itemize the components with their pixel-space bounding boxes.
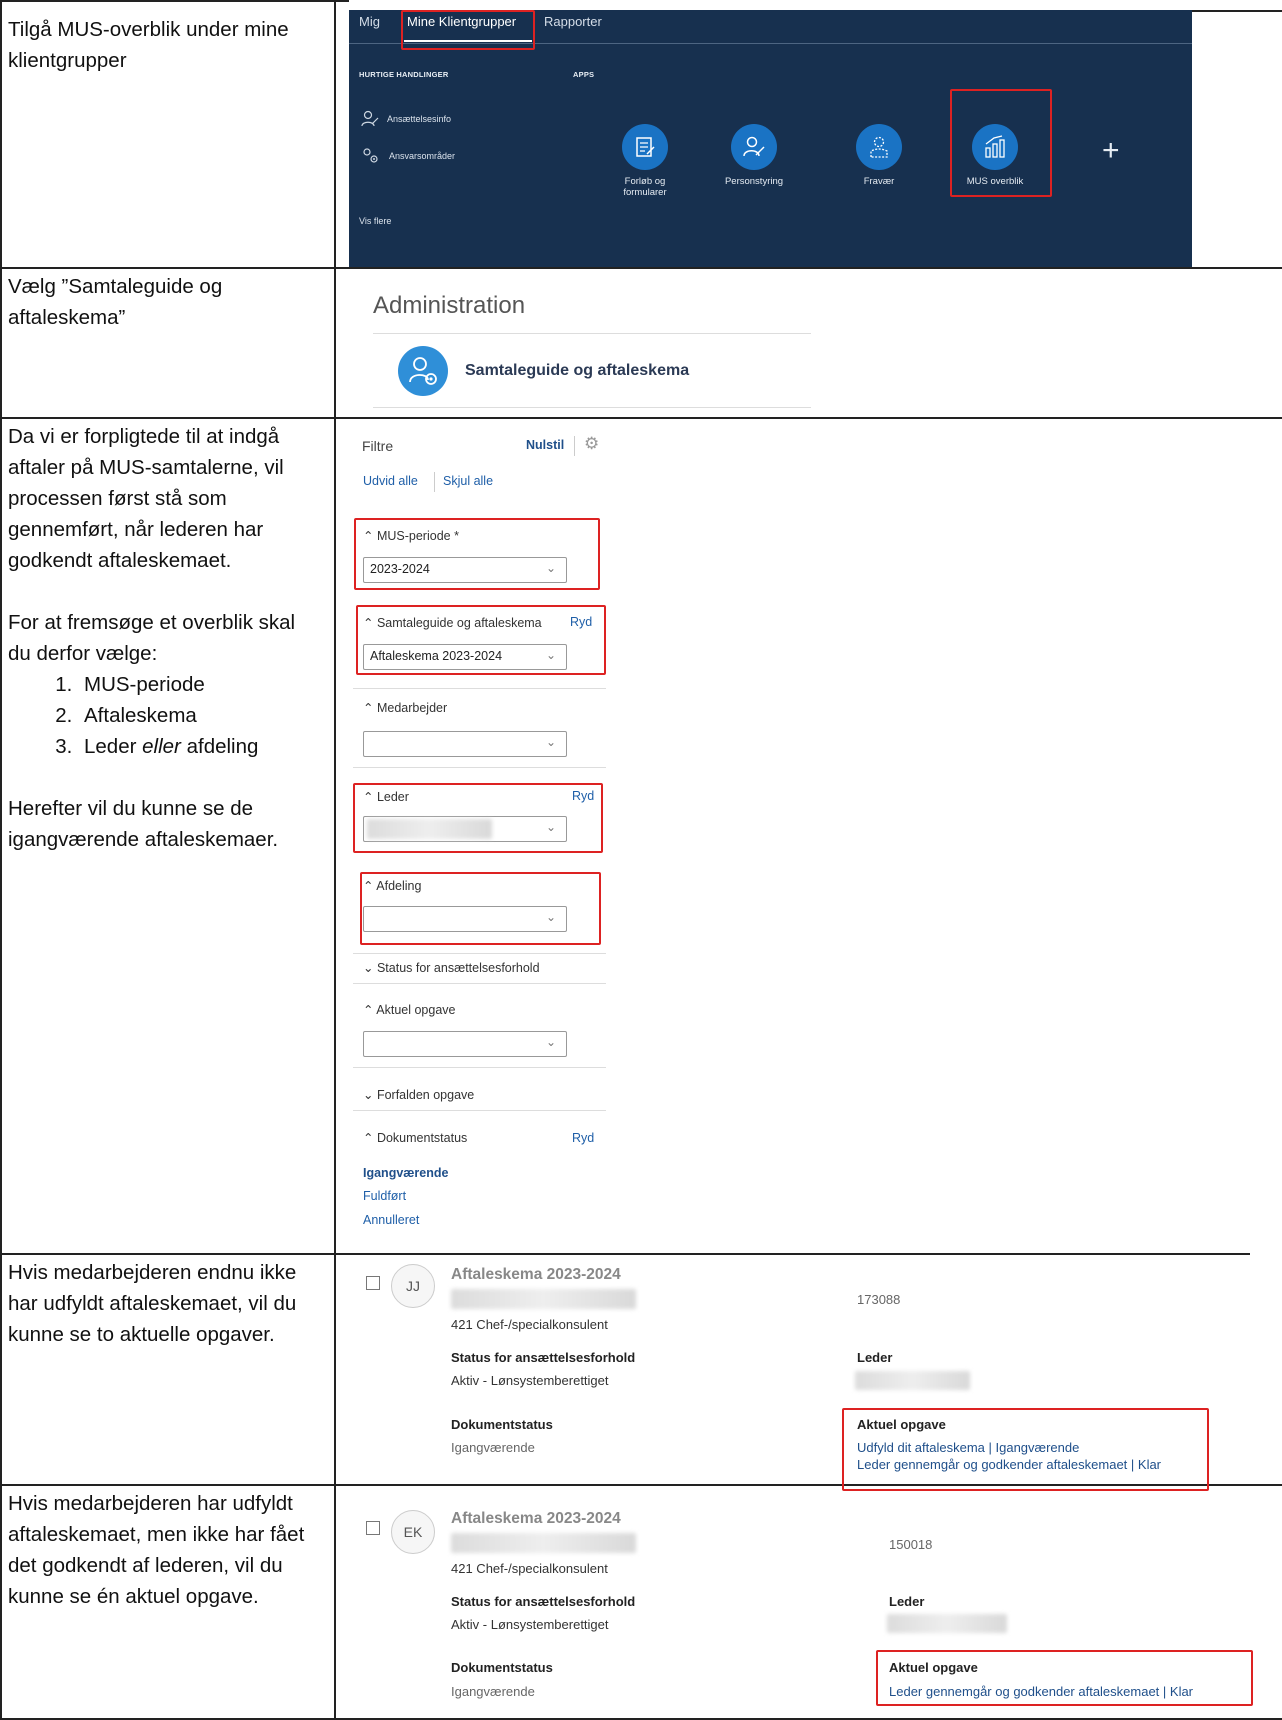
app-dashboard-panel: Mig Mine Klientgrupper Rapporter HURTIGE… xyxy=(349,10,1192,267)
row4-instruction: Hvis medarbejderen endnu ikke har udfyld… xyxy=(8,1261,297,1346)
doc-status-option[interactable]: Igangværende xyxy=(363,1166,448,1180)
add-app-button[interactable]: + xyxy=(1102,134,1120,168)
employee-number: 173088 xyxy=(857,1292,901,1307)
card-title[interactable]: Aftaleskema 2023-2024 xyxy=(451,1510,621,1528)
chevron-down-icon: ⌄ xyxy=(545,1035,556,1049)
tab-rapporter[interactable]: Rapporter xyxy=(544,14,602,29)
show-more-link[interactable]: Vis flere xyxy=(359,216,391,226)
doc-status-label: ⌃ Dokumentstatus xyxy=(363,1131,468,1145)
select-checkbox[interactable] xyxy=(366,1276,380,1290)
highlight-box xyxy=(950,89,1052,197)
tab-mig[interactable]: Mig xyxy=(359,14,380,29)
person-gear-icon[interactable] xyxy=(398,346,448,396)
person-edit-icon xyxy=(361,110,379,127)
current-task-select[interactable]: ⌄ xyxy=(363,1031,567,1057)
row3-paragraph-3: Herefter vil du kunne se de igangværende… xyxy=(8,797,279,851)
status-label: Status for ansættelsesforhold xyxy=(451,1594,636,1609)
doc-status-value: Igangværende xyxy=(451,1684,535,1699)
form-icon[interactable] xyxy=(622,124,668,170)
clear-link[interactable]: Ryd xyxy=(572,1131,594,1145)
reset-link[interactable]: Nulstil xyxy=(526,438,564,452)
redacted-leader xyxy=(887,1614,1007,1633)
position: 421 Chef-/specialkonsulent xyxy=(451,1561,608,1576)
list-item: Leder eller afdeling xyxy=(78,731,318,762)
avatar: EK xyxy=(391,1510,435,1554)
redacted-name xyxy=(451,1289,636,1309)
highlight-box xyxy=(401,10,535,50)
list-item: Aftaleskema xyxy=(78,700,318,731)
leader-label: Leder xyxy=(857,1350,893,1365)
row3-paragraph-1: Da vi er forpligtede til at indgå aftale… xyxy=(8,425,284,572)
highlight-box xyxy=(876,1650,1253,1706)
redacted-leader xyxy=(855,1371,970,1390)
doc-status-option[interactable]: Annulleret xyxy=(363,1213,419,1227)
app-label: Personstyring xyxy=(724,176,784,187)
highlight-box xyxy=(842,1408,1209,1491)
status-value: Aktiv - Lønsystemberettiget xyxy=(451,1617,609,1632)
status-value: Aktiv - Lønsystemberettiget xyxy=(451,1373,609,1388)
apps-heading: APPS xyxy=(573,70,595,79)
status-label: Status for ansættelsesforhold xyxy=(451,1350,636,1365)
highlight-box xyxy=(356,605,606,675)
quick-action-ansaettelsesinfo[interactable]: Ansættelsesinfo xyxy=(387,114,451,124)
quick-action-ansvarsomraader[interactable]: Ansvarsområder xyxy=(389,151,455,161)
row3-paragraph-2: For at fremsøge et overblik skal du derf… xyxy=(8,611,296,665)
position: 421 Chef-/specialkonsulent xyxy=(451,1317,608,1332)
redacted-name xyxy=(451,1533,636,1553)
overdue-task-label: ⌄ Forfalden opgave xyxy=(363,1088,475,1102)
person-gear-icon xyxy=(363,148,378,163)
filters-title: Filtre xyxy=(362,438,394,454)
row3-instruction: Da vi er forpligtede til at indgå aftale… xyxy=(8,421,318,855)
employee-select[interactable]: ⌄ xyxy=(363,731,567,757)
doc-status-label: Dokumentstatus xyxy=(451,1417,553,1432)
avatar: JJ xyxy=(391,1264,435,1308)
expand-all-link[interactable]: Udvid alle xyxy=(363,474,418,488)
chevron-down-icon: ⌄ xyxy=(545,735,556,749)
person-outline-icon[interactable] xyxy=(856,124,902,170)
app-label: Forløb og formularer xyxy=(623,176,667,198)
row1-instruction: Tilgå MUS-overblik under mine klientgrup… xyxy=(8,18,289,72)
samtaleguide-link[interactable]: Samtaleguide og aftaleskema xyxy=(465,362,689,380)
row2-instruction: Vælg ”Samtaleguide og aftaleskema” xyxy=(8,275,223,329)
app-label: Fravær xyxy=(863,176,895,187)
quick-actions-heading: HURTIGE HANDLINGER xyxy=(359,70,449,79)
doc-status-label: Dokumentstatus xyxy=(451,1660,553,1675)
select-checkbox[interactable] xyxy=(366,1521,380,1535)
list-item: MUS-periode xyxy=(78,669,318,700)
employee-number: 150018 xyxy=(889,1537,933,1552)
current-task-label: ⌃ Aktuel opgave xyxy=(363,1003,456,1017)
card-title[interactable]: Aftaleskema 2023-2024 xyxy=(451,1266,621,1284)
row5-instruction: Hvis medarbejderen har udfyldt aftaleske… xyxy=(8,1492,305,1608)
person-edit-icon[interactable] xyxy=(731,124,777,170)
highlight-box xyxy=(360,872,601,945)
employee-label: ⌃ Medarbejder xyxy=(363,701,448,715)
doc-status-value: Igangværende xyxy=(451,1440,535,1455)
employment-status-label: ⌄ Status for ansættelsesforhold xyxy=(363,961,540,975)
highlight-box xyxy=(354,518,600,590)
selection-list: MUS-periode Aftaleskema Leder eller afde… xyxy=(48,669,318,762)
admin-title: Administration xyxy=(373,292,526,319)
hide-all-link[interactable]: Skjul alle xyxy=(443,474,493,488)
highlight-box xyxy=(353,783,603,853)
gear-icon[interactable]: ⚙ xyxy=(584,434,599,454)
leader-label: Leder xyxy=(889,1594,925,1609)
doc-status-option[interactable]: Fuldført xyxy=(363,1189,406,1203)
